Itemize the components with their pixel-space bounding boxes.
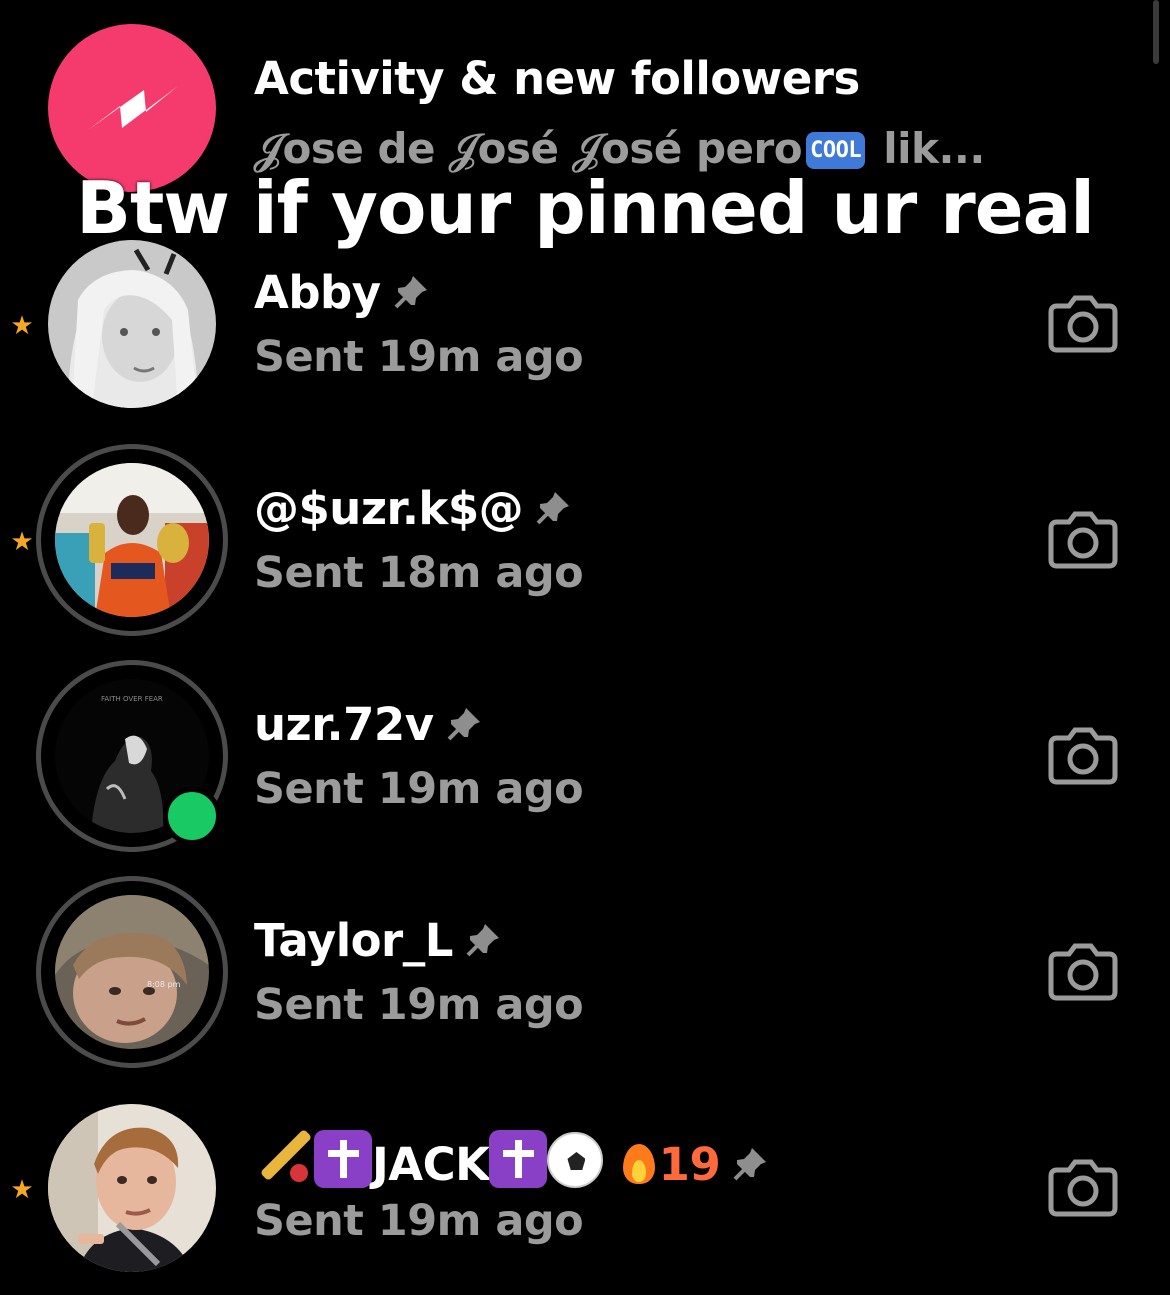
avatar[interactable]: FAITH OVER FEAR — [36, 660, 228, 852]
chat-name-text: uzr.72v — [254, 698, 434, 751]
time-text: 8:08 pm — [147, 980, 181, 989]
chat-status: Sent 19m ago — [254, 332, 584, 382]
fire-icon — [619, 1138, 659, 1186]
cross-icon — [314, 1130, 372, 1188]
star-icon: ★ — [10, 527, 34, 557]
camera-icon[interactable] — [1047, 508, 1119, 570]
streak-count: 19 — [658, 1138, 721, 1191]
cross-icon — [489, 1130, 548, 1188]
avatar-photo-suzr — [55, 463, 209, 617]
online-status-indicator — [163, 787, 221, 845]
overlay-caption: Btw if your pinned ur real — [76, 166, 1095, 250]
avatar-photo-abby — [48, 240, 216, 408]
chat-name: uzr.72v — [254, 698, 484, 751]
pin-icon — [447, 708, 480, 741]
faith-text: FAITH OVER FEAR — [101, 695, 163, 703]
chat-row-uzr72v[interactable]: FAITH OVER FEAR uzr.72v Sent 19m ago — [0, 648, 1170, 863]
avatar[interactable]: 8:08 pm — [36, 876, 228, 1068]
cricket-icon — [254, 1128, 314, 1188]
chat-status: Sent 19m ago — [254, 764, 584, 814]
star-icon: ★ — [10, 1175, 34, 1205]
chat-name: JACK 19 — [254, 1128, 770, 1191]
cool-badge: COOL — [806, 132, 866, 169]
chat-status: Sent 18m ago — [254, 548, 584, 598]
chat-name: Taylor_L — [254, 914, 503, 967]
chat-name: @$uzr.k$@ — [254, 482, 573, 535]
scrollbar[interactable] — [1153, 0, 1159, 64]
chat-name: Abby — [254, 266, 431, 319]
soccer-ball-icon — [547, 1132, 604, 1188]
avatar-photo-jack — [48, 1104, 216, 1272]
chat-name-text: @$uzr.k$@ — [254, 482, 524, 535]
camera-icon[interactable] — [1047, 292, 1119, 354]
chat-name-text: JACK — [372, 1138, 490, 1191]
chat-row-jack[interactable]: ★ JACK 19 Sent 19m ago — [0, 1080, 1170, 1295]
star-icon: ★ — [10, 311, 34, 341]
chat-status: Sent 19m ago — [254, 980, 584, 1030]
camera-icon[interactable] — [1047, 724, 1119, 786]
chat-status: Sent 19m ago — [254, 1196, 584, 1246]
camera-icon[interactable] — [1047, 1156, 1119, 1218]
pin-icon — [733, 1148, 767, 1181]
avatar[interactable] — [36, 1092, 228, 1284]
pin-icon — [536, 492, 570, 525]
pin-icon — [466, 924, 499, 957]
avatar[interactable] — [36, 228, 228, 420]
chat-row-suzr[interactable]: ★ @$uzr.k$@ Sent 18m ago — [0, 432, 1170, 647]
avatar[interactable] — [36, 444, 228, 636]
chat-row-taylor[interactable]: 8:08 pm Taylor_L Sent 19m ago — [0, 864, 1170, 1079]
pin-icon — [394, 276, 427, 309]
activity-title: Activity & new followers — [254, 52, 860, 105]
avatar-photo-taylor: 8:08 pm — [55, 895, 209, 1049]
chat-name-text: Taylor_L — [254, 914, 453, 967]
chat-name-text: Abby — [254, 266, 381, 319]
camera-icon[interactable] — [1047, 940, 1119, 1002]
